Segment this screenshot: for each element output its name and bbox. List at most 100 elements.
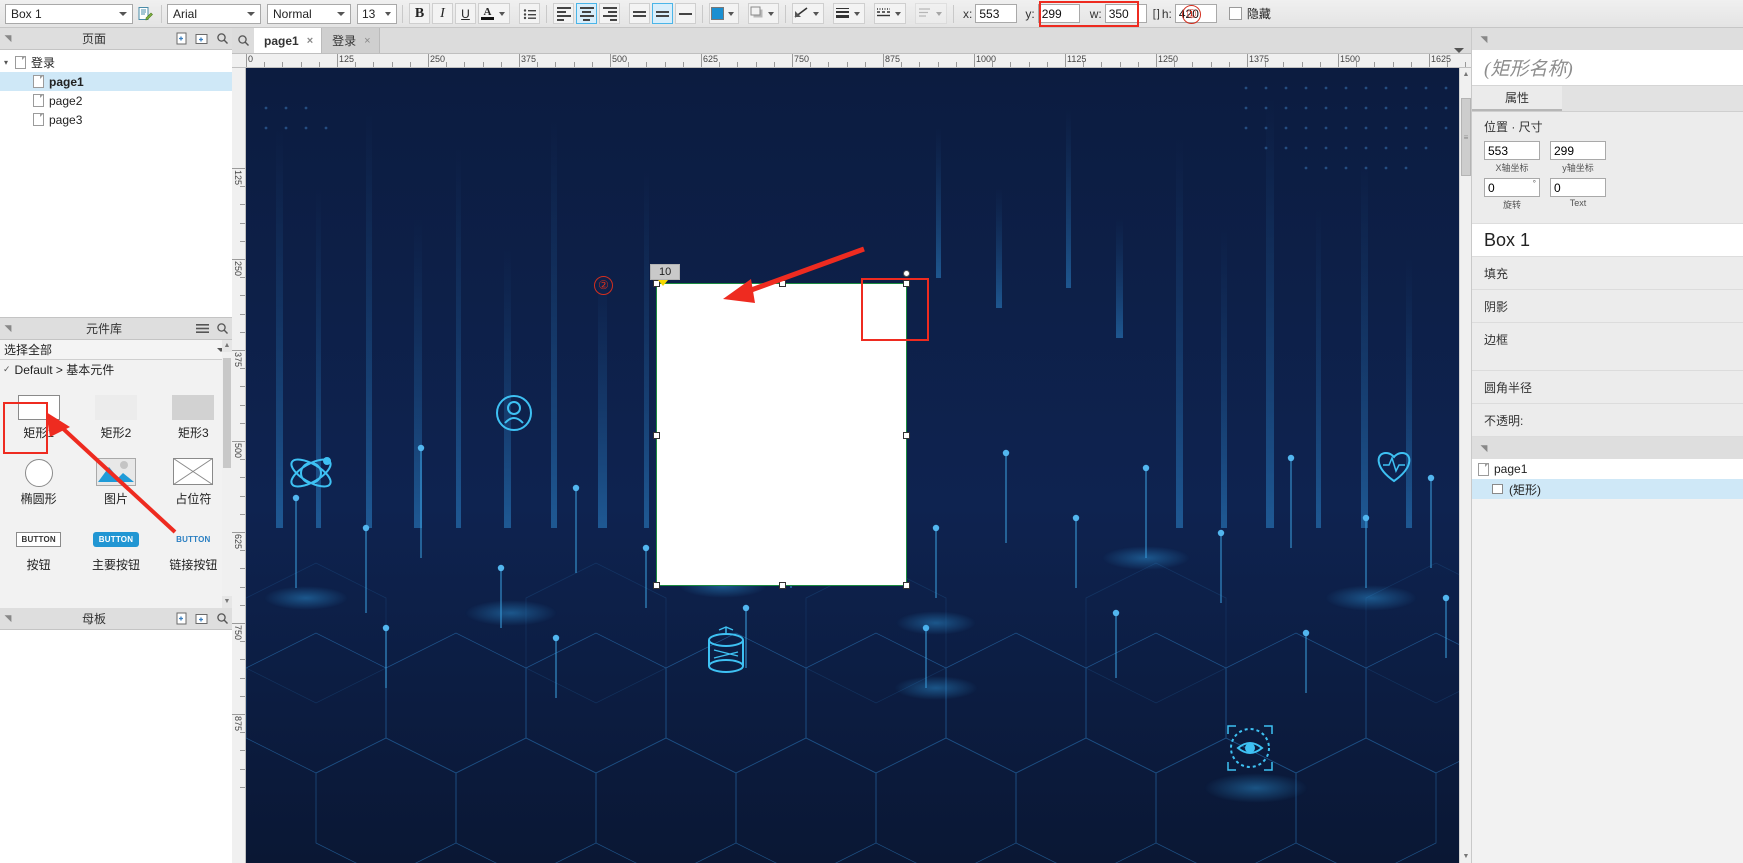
bullet-list-icon[interactable] [519,3,540,24]
page-tree-item[interactable]: ▾ 登录 [0,53,232,72]
scrollbar-thumb[interactable] [223,358,231,468]
library-widget-item[interactable]: 矩形1 [0,383,77,449]
outline-tree[interactable]: page1 (矩形) [1472,459,1743,499]
inspector-property-row[interactable]: 边框 [1472,323,1743,371]
collapse-icon[interactable]: ◥ [1476,34,1492,45]
x-input[interactable] [1484,141,1540,160]
add-page-icon[interactable] [172,29,192,49]
resize-handle-sw[interactable] [653,582,660,589]
resize-handle-n[interactable] [779,280,786,287]
chevron-down-icon[interactable] [385,11,391,16]
chevron-down-icon[interactable] [119,11,127,16]
line-dash-picker[interactable] [874,3,906,24]
page-tree-item[interactable]: page2 [0,91,232,110]
outline-widget-row[interactable]: (矩形) [1472,479,1743,499]
chevron-down-icon[interactable]: ✓ [3,364,11,375]
valign-top-icon[interactable] [629,3,650,24]
align-right-icon[interactable] [599,3,620,24]
library-widget-item[interactable]: 椭圆形 [0,449,77,515]
font-size-combobox[interactable]: 13 [357,3,397,24]
rotate-handle[interactable] [903,270,910,277]
y-input[interactable] [1550,141,1606,160]
resize-handle-e[interactable] [903,432,910,439]
inspector-y-field[interactable]: y轴坐标 [1550,141,1606,174]
resize-handle-s[interactable] [779,582,786,589]
chevron-down-icon[interactable] [768,11,774,16]
widget-name-input[interactable]: (矩形名称) [1472,50,1743,86]
library-select-dropdown[interactable]: 选择全部 [0,340,232,360]
font-style-combobox[interactable]: Normal [267,3,351,24]
library-widget-item[interactable]: 占位符 [155,449,232,515]
close-icon[interactable]: × [307,35,313,47]
y-coordinate-field[interactable]: y: [1025,4,1080,23]
library-group-row[interactable]: ✓ Default > 基本元件 [0,360,232,379]
page-tree-item[interactable]: page3 [0,110,232,129]
tab-properties[interactable]: 属性 [1472,86,1562,111]
library-widget-item[interactable]: 矩形2 [77,383,154,449]
scroll-down-icon[interactable]: ▼ [222,596,232,608]
library-widget-grid[interactable]: 矩形1 矩形2 矩形3 椭圆形 图片 占位符 BUTTON 按钮 BUTTON 主要按钮 BUTTO… [0,379,232,581]
chevron-down-icon[interactable] [854,11,860,16]
outline-page-row[interactable]: page1 [1472,459,1743,479]
chevron-down-icon[interactable] [895,11,901,16]
add-folder-icon[interactable] [192,29,212,49]
valign-bottom-icon[interactable] [675,3,696,24]
valign-middle-icon[interactable] [652,3,673,24]
width-field[interactable]: w: [1090,4,1147,23]
scroll-up-icon[interactable]: ▲ [222,340,232,352]
collapse-icon[interactable]: ◥ [0,33,16,44]
inspector-property-row[interactable]: 圆角半径 [1472,371,1743,404]
tab-denglu[interactable]: 登录 × [322,28,380,53]
chevron-down-icon[interactable] [1447,48,1471,53]
masters-tree[interactable] [0,630,232,863]
inspector-rotate-field[interactable]: ° 旋转 [1484,178,1540,211]
expand-toggle-icon[interactable]: ▾ [4,58,15,67]
text-color-picker[interactable]: A [478,3,510,24]
line-color-picker[interactable] [792,3,824,24]
inspector-text-rotate-field[interactable]: Text [1550,178,1606,211]
search-icon[interactable] [232,27,254,53]
library-widget-item[interactable]: 矩形3 [155,383,232,449]
collapse-icon[interactable]: ◥ [1476,443,1492,454]
canvas-vertical-scrollbar[interactable]: ▲ ≡ ▼ [1459,68,1471,863]
collapse-icon[interactable]: ◥ [0,613,16,624]
resize-handle-se[interactable] [903,582,910,589]
inspector-property-row[interactable]: 不透明: [1472,404,1743,437]
search-icon[interactable] [212,29,232,49]
tab-page1[interactable]: page1 × [254,28,323,53]
inspector-property-row[interactable]: 填充 [1472,257,1743,290]
x-input[interactable] [975,4,1018,23]
chevron-down-icon[interactable] [813,11,819,16]
line-width-picker[interactable] [833,3,865,24]
align-left-icon[interactable] [553,3,574,24]
checkbox-box[interactable] [1228,7,1242,20]
bold-button[interactable]: B [409,3,430,24]
hide-checkbox[interactable]: 隐藏 [1228,5,1271,22]
italic-button[interactable]: I [432,3,453,24]
library-widget-item[interactable]: 图片 [77,449,154,515]
arrow-style-picker[interactable] [915,3,947,24]
lock-ratio-icon[interactable]: [ ] [1153,8,1160,20]
resize-handle-w[interactable] [653,432,660,439]
design-canvas[interactable]: 10 ② [246,68,1459,863]
chevron-down-icon[interactable] [337,11,345,16]
add-master-icon[interactable] [172,609,192,629]
y-input[interactable] [1037,4,1080,23]
note-edit-icon[interactable] [134,3,155,24]
library-widget-item[interactable]: BUTTON 链接按钮 [155,515,232,581]
chevron-down-icon[interactable] [247,11,255,16]
chevron-down-icon[interactable] [936,11,942,16]
align-center-icon[interactable] [576,3,597,24]
horizontal-ruler[interactable]: 0 125 250 375 500 625 750 875 1000 1125 1250 1375 15… [232,54,1471,68]
font-family-combobox[interactable]: Arial [167,3,261,24]
library-scrollbar[interactable]: ▲ ▼ [222,340,232,608]
close-icon[interactable]: × [364,35,370,47]
pages-tree[interactable]: ▾ 登录 page1 page2 page3 [0,50,232,318]
widget-text-field[interactable]: Box 1 [1472,223,1743,257]
collapse-icon[interactable]: ◥ [0,323,16,334]
widget-name-combobox[interactable]: Box 1 [5,3,133,24]
x-coordinate-field[interactable]: x: [963,4,1018,23]
add-folder-icon[interactable] [192,609,212,629]
shadow-picker[interactable] [748,3,779,24]
chevron-down-icon[interactable] [728,11,734,16]
